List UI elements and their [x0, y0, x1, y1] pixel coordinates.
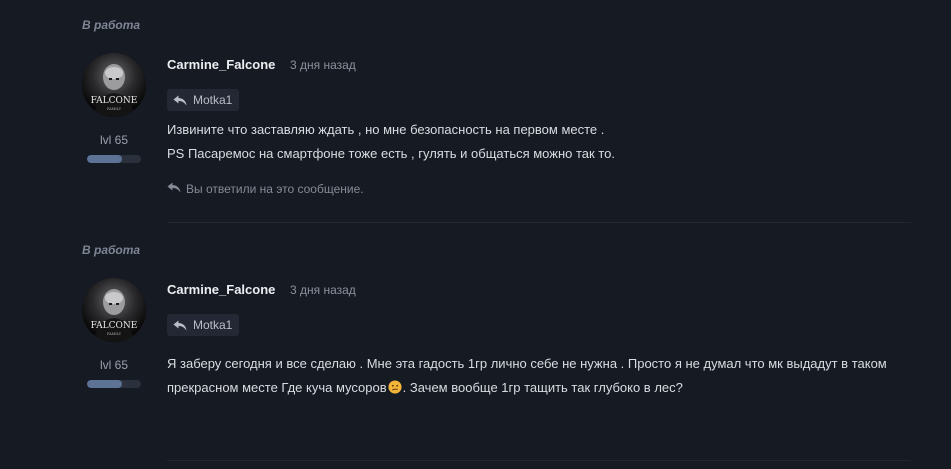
post-timestamp[interactable]: 3 дня назад: [290, 283, 356, 297]
post-divider: [167, 460, 911, 461]
message-body: Я заберу сегодня и все сделаю . Мне эта …: [167, 352, 897, 400]
post-2: В работа FALCONE FAMILY lvl 65 Carmine_F…: [0, 225, 951, 461]
post-status: В работа: [82, 18, 141, 32]
user-level: lvl 65: [99, 358, 128, 372]
replied-note: Вы ответили на это сообщение.: [167, 182, 364, 196]
svg-text:FAMILY: FAMILY: [107, 332, 122, 336]
reply-quote-username: Motka1: [193, 318, 233, 332]
confused-face-icon: [388, 380, 402, 394]
reply-arrow-icon: [167, 182, 181, 196]
post-timestamp[interactable]: 3 дня назад: [290, 58, 356, 72]
post-status: В работа: [82, 243, 141, 257]
level-progress-fill: [87, 155, 123, 163]
svg-text:FALCONE: FALCONE: [91, 321, 138, 331]
avatar[interactable]: FALCONE FAMILY: [82, 53, 146, 117]
post-1: В работа FALCONE FAMILY lvl 65 Carmine_F…: [0, 0, 951, 225]
svg-text:FALCONE: FALCONE: [91, 96, 138, 106]
reply-arrow-icon: [173, 320, 187, 331]
reply-quote[interactable]: Motka1: [167, 314, 240, 336]
level-progress-bar: [87, 380, 141, 388]
replied-note-text: Вы ответили на это сообщение.: [186, 182, 364, 196]
message-line: Извините что заставляю ждать , но мне бе…: [167, 122, 605, 137]
level-progress-fill: [87, 380, 123, 388]
message-line: PS Пасаремос на смартфоне тоже есть , гу…: [167, 146, 615, 161]
svg-text:FAMILY: FAMILY: [107, 107, 122, 111]
avatar[interactable]: FALCONE FAMILY: [82, 278, 146, 342]
author-name[interactable]: Carmine_Falcone: [167, 57, 275, 72]
reply-arrow-icon: [173, 95, 187, 106]
message-text: . Зачем вообще 1гр тащить так глубоко в …: [402, 380, 683, 395]
user-level: lvl 65: [99, 133, 128, 147]
message-body: Извините что заставляю ждать , но мне бе…: [167, 118, 897, 166]
reply-quote-username: Motka1: [193, 93, 233, 107]
level-progress-bar: [87, 155, 141, 163]
reply-quote[interactable]: Motka1: [167, 89, 240, 111]
post-divider: [167, 222, 911, 223]
author-name[interactable]: Carmine_Falcone: [167, 282, 275, 297]
